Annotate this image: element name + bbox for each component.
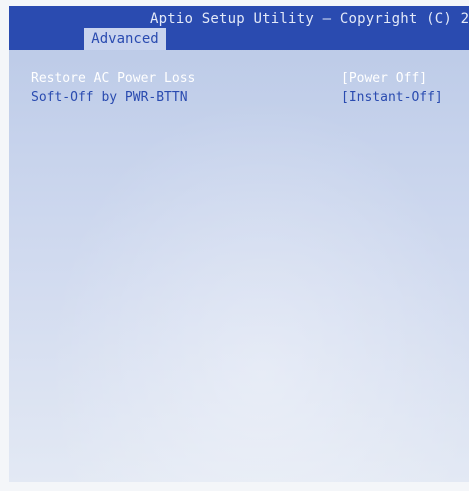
setting-label: Restore AC Power Loss bbox=[31, 71, 196, 86]
bios-screen: Aptio Setup Utility – Copyright (C) 20 A… bbox=[9, 6, 469, 482]
setting-restore-ac-power-loss[interactable]: Restore AC Power Loss [Power Off] bbox=[9, 70, 469, 88]
screen-glare bbox=[9, 50, 469, 482]
tab-advanced[interactable]: Advanced bbox=[84, 28, 166, 50]
setting-label: Soft-Off by PWR-BTTN bbox=[31, 90, 188, 105]
setting-value[interactable]: [Instant-Off] bbox=[341, 89, 443, 107]
setting-value[interactable]: [Power Off] bbox=[341, 70, 427, 88]
setting-soft-off-by-pwr-bttn[interactable]: Soft-Off by PWR-BTTN [Instant-Off] bbox=[9, 89, 469, 107]
utility-title: Aptio Setup Utility – Copyright (C) 20 bbox=[150, 11, 469, 27]
title-bar: Aptio Setup Utility – Copyright (C) 20 A… bbox=[9, 6, 469, 50]
